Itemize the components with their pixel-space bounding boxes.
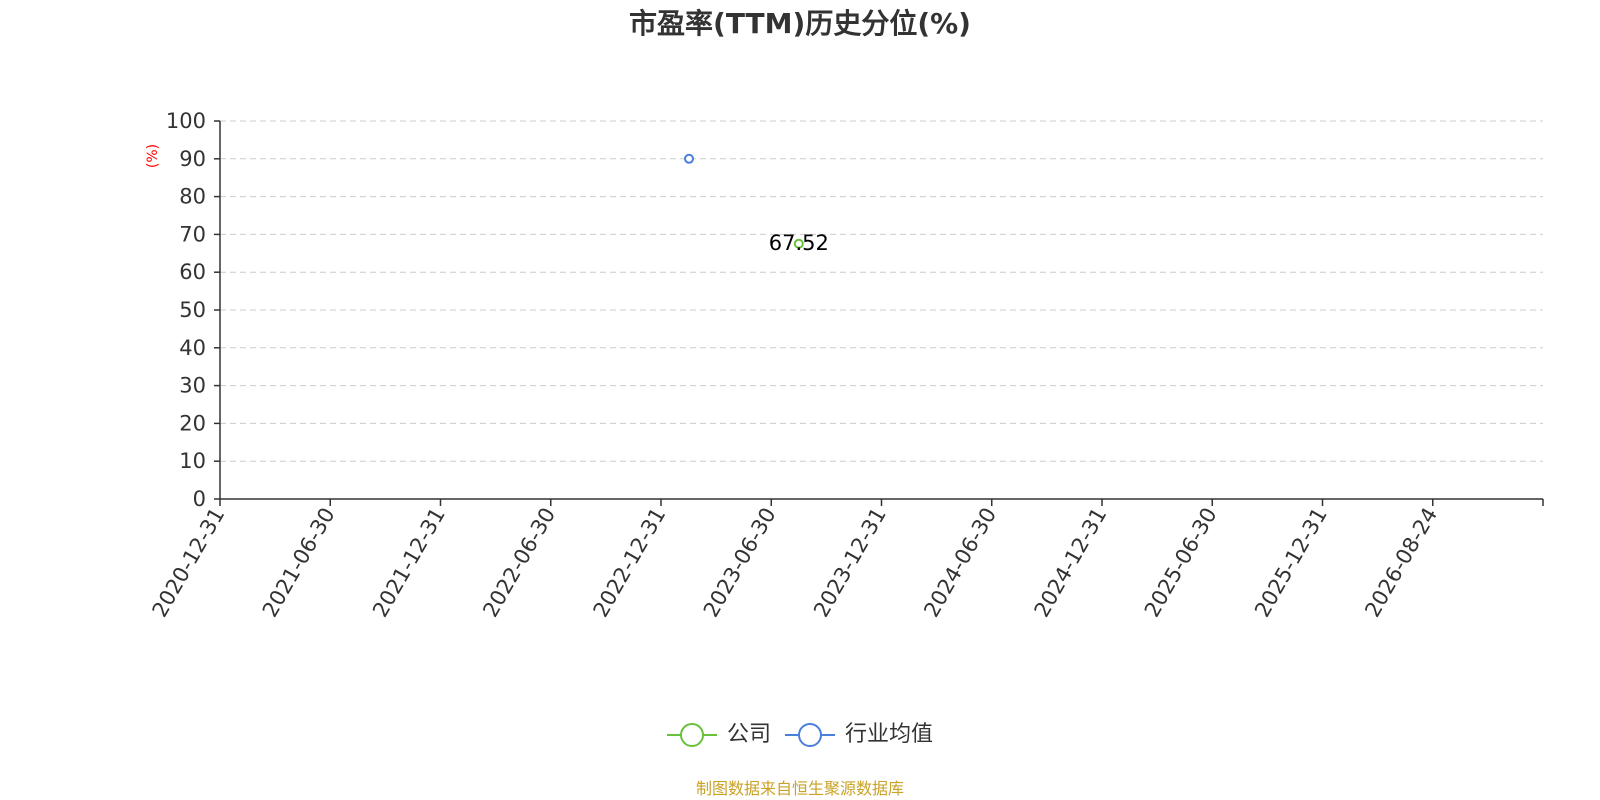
- y-tick-label: 70: [179, 222, 206, 246]
- x-tick-label: 2021-06-30: [258, 504, 340, 622]
- x-tick-label: 2022-12-31: [589, 504, 671, 622]
- x-tick-label: 2023-06-30: [699, 504, 781, 622]
- y-tick-label: 60: [179, 260, 206, 284]
- chart-plot: 0 10 20 30 40 50 60 70 80 90 100 (%) 2020-12-31 2021-…: [145, 109, 1544, 622]
- legend-company-icon: [666, 723, 717, 747]
- y-tick-label: 30: [179, 374, 206, 398]
- data-label: 67.52: [769, 231, 829, 255]
- x-tick-label: 2026-08-24: [1360, 504, 1442, 622]
- y-tick-label: 40: [179, 336, 206, 360]
- source-note: 制图数据来自恒生聚源数据库: [695, 779, 904, 798]
- x-tick-label: 2021-12-31: [368, 504, 450, 622]
- legend-label-industry-average: 行业均值: [845, 722, 934, 747]
- legend-industry-average-icon: [785, 723, 835, 747]
- y-tick-label: 50: [179, 298, 206, 322]
- legend-item-industry-average[interactable]: 行业均值: [785, 720, 933, 750]
- y-tick-label: 80: [179, 185, 206, 209]
- x-tick-label: 2025-06-30: [1140, 504, 1222, 622]
- x-tick-label: 2020-12-31: [148, 504, 230, 622]
- y-axis-label: (%): [145, 144, 161, 168]
- y-tick-label: 100: [166, 109, 206, 133]
- industry-average-data-point: [684, 153, 695, 164]
- legend-item-company[interactable]: 公司: [666, 720, 771, 750]
- x-tick-label: 2022-06-30: [478, 504, 560, 622]
- y-tick-label: 90: [179, 147, 206, 171]
- x-tick-label: 2025-12-31: [1250, 504, 1332, 622]
- y-tick-label: 10: [179, 449, 206, 473]
- x-tick-label: 2023-12-31: [809, 504, 891, 622]
- legend: 公司 行业均值: [0, 720, 1600, 750]
- y-tick-label: 0: [193, 487, 206, 511]
- legend-label-company: 公司: [726, 722, 771, 747]
- x-tick-label: 2024-12-31: [1030, 504, 1112, 622]
- x-tick-label: 2024-06-30: [919, 504, 1001, 622]
- y-tick-label: 20: [179, 411, 206, 435]
